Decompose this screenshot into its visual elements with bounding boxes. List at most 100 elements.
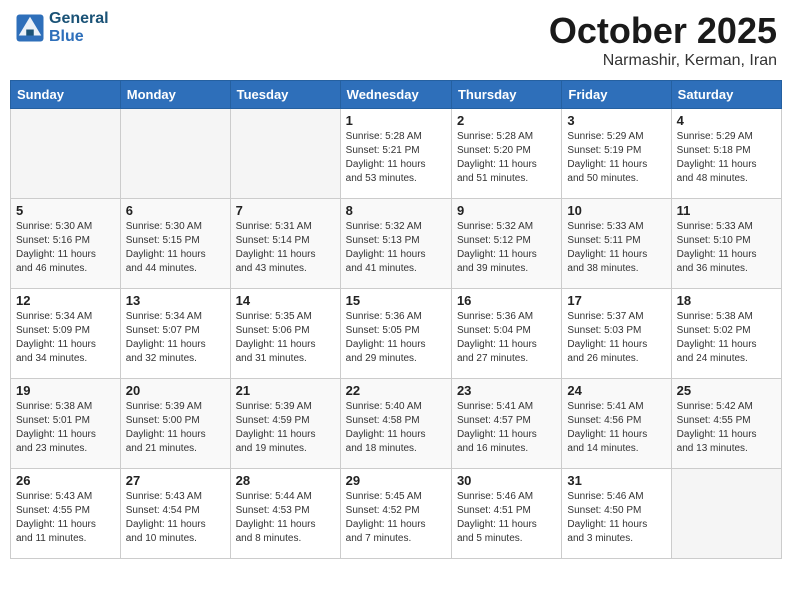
day-info: Sunrise: 5:41 AM Sunset: 4:57 PM Dayligh… [457,400,556,456]
day-info: Sunrise: 5:38 AM Sunset: 5:02 PM Dayligh… [677,310,776,366]
day-info: Sunrise: 5:36 AM Sunset: 5:04 PM Dayligh… [457,310,556,366]
calendar-cell: 6 Sunrise: 5:30 AM Sunset: 5:15 PM Daylig… [120,199,230,289]
calendar-cell: 3Sunrise: 5:29 AM Sunset: 5:19 PM Daylig… [562,109,671,199]
page: General Blue October 2025 Narmashir, Ker… [0,0,792,569]
day-info: Sunrise: 5:46 AM Sunset: 4:50 PM Dayligh… [567,490,665,546]
day-info: Sunrise: 5:43 AM Sunset: 4:54 PM Dayligh… [126,490,225,546]
calendar-cell [230,109,340,199]
day-number: 22 [346,383,446,398]
day-info: Sunrise: 5:44 AM Sunset: 4:53 PM Dayligh… [236,490,335,546]
day-info: Sunrise: 5:40 AM Sunset: 4:58 PM Dayligh… [346,400,446,456]
calendar-cell: 7Sunrise: 5:31 AM Sunset: 5:14 PM Daylig… [230,199,340,289]
calendar-week-row: 12 Sunrise: 5:34 AM Sunset: 5:09 PM Dayli… [11,289,782,379]
day-number: 4 [677,113,776,128]
calendar-cell: 23 Sunrise: 5:41 AM Sunset: 4:57 PM Dayli… [451,379,561,469]
calendar-cell [120,109,230,199]
calendar-cell: 17Sunrise: 5:37 AM Sunset: 5:03 PM Dayli… [562,289,671,379]
day-info: Sunrise: 5:36 AM Sunset: 5:05 PM Dayligh… [346,310,446,366]
day-info: Sunrise: 5:33 AM Sunset: 5:10 PM Dayligh… [677,220,776,276]
day-number: 31 [567,473,665,488]
day-info: Sunrise: 5:46 AM Sunset: 4:51 PM Dayligh… [457,490,556,546]
day-number: 23 [457,383,556,398]
day-number: 6 [126,203,225,218]
logo-icon [15,13,45,43]
calendar-cell: 10Sunrise: 5:33 AM Sunset: 5:11 PM Dayli… [562,199,671,289]
day-number: 3 [567,113,665,128]
calendar-cell: 4 Sunrise: 5:29 AM Sunset: 5:18 PM Daylig… [671,109,781,199]
day-number: 12 [16,293,115,308]
calendar-cell: 31 Sunrise: 5:46 AM Sunset: 4:50 PM Dayli… [562,469,671,559]
day-info: Sunrise: 5:34 AM Sunset: 5:07 PM Dayligh… [126,310,225,366]
day-info: Sunrise: 5:28 AM Sunset: 5:21 PM Dayligh… [346,130,446,186]
calendar-cell: 5 Sunrise: 5:30 AM Sunset: 5:16 PM Daylig… [11,199,121,289]
calendar-cell: 24 Sunrise: 5:41 AM Sunset: 4:56 PM Dayli… [562,379,671,469]
calendar-cell: 18 Sunrise: 5:38 AM Sunset: 5:02 PM Dayli… [671,289,781,379]
day-number: 11 [677,203,776,218]
day-info: Sunrise: 5:41 AM Sunset: 4:56 PM Dayligh… [567,400,665,456]
calendar-cell: 25Sunrise: 5:42 AM Sunset: 4:55 PM Dayli… [671,379,781,469]
day-number: 26 [16,473,115,488]
day-number: 14 [236,293,335,308]
calendar-cell: 1 Sunrise: 5:28 AM Sunset: 5:21 PM Daylig… [340,109,451,199]
weekday-header: Wednesday [340,81,451,109]
weekday-header: Tuesday [230,81,340,109]
calendar-cell: 20Sunrise: 5:39 AM Sunset: 5:00 PM Dayli… [120,379,230,469]
day-info: Sunrise: 5:32 AM Sunset: 5:13 PM Dayligh… [346,220,446,276]
day-info: Sunrise: 5:28 AM Sunset: 5:20 PM Dayligh… [457,130,556,186]
weekday-header: Thursday [451,81,561,109]
day-number: 18 [677,293,776,308]
weekday-header: Saturday [671,81,781,109]
calendar-cell [671,469,781,559]
day-number: 28 [236,473,335,488]
day-info: Sunrise: 5:43 AM Sunset: 4:55 PM Dayligh… [16,490,115,546]
calendar-cell: 11 Sunrise: 5:33 AM Sunset: 5:10 PM Dayli… [671,199,781,289]
day-number: 29 [346,473,446,488]
day-number: 1 [346,113,446,128]
calendar-cell: 19 Sunrise: 5:38 AM Sunset: 5:01 PM Dayli… [11,379,121,469]
day-number: 24 [567,383,665,398]
weekday-header-row: SundayMondayTuesdayWednesdayThursdayFrid… [11,81,782,109]
logo-text: General Blue [49,10,109,45]
header: General Blue October 2025 Narmashir, Ker… [10,10,782,70]
day-info: Sunrise: 5:39 AM Sunset: 4:59 PM Dayligh… [236,400,335,456]
calendar-week-row: 26 Sunrise: 5:43 AM Sunset: 4:55 PM Dayli… [11,469,782,559]
calendar-week-row: 19 Sunrise: 5:38 AM Sunset: 5:01 PM Dayli… [11,379,782,469]
calendar-cell: 13 Sunrise: 5:34 AM Sunset: 5:07 PM Dayli… [120,289,230,379]
location-subtitle: Narmashir, Kerman, Iran [549,52,777,70]
logo: General Blue [15,10,109,45]
day-number: 2 [457,113,556,128]
calendar-cell: 9Sunrise: 5:32 AM Sunset: 5:12 PM Daylig… [451,199,561,289]
weekday-header: Friday [562,81,671,109]
calendar-cell: 8 Sunrise: 5:32 AM Sunset: 5:13 PM Daylig… [340,199,451,289]
calendar-cell: 2 Sunrise: 5:28 AM Sunset: 5:20 PM Daylig… [451,109,561,199]
calendar-cell: 28 Sunrise: 5:44 AM Sunset: 4:53 PM Dayli… [230,469,340,559]
day-info: Sunrise: 5:31 AM Sunset: 5:14 PM Dayligh… [236,220,335,276]
weekday-header: Monday [120,81,230,109]
day-info: Sunrise: 5:38 AM Sunset: 5:01 PM Dayligh… [16,400,115,456]
title-area: October 2025 Narmashir, Kerman, Iran [549,10,777,70]
day-info: Sunrise: 5:30 AM Sunset: 5:15 PM Dayligh… [126,220,225,276]
calendar-cell: 26 Sunrise: 5:43 AM Sunset: 4:55 PM Dayli… [11,469,121,559]
day-info: Sunrise: 5:37 AM Sunset: 5:03 PM Dayligh… [567,310,665,366]
day-number: 5 [16,203,115,218]
day-number: 15 [346,293,446,308]
day-number: 20 [126,383,225,398]
calendar-cell: 16 Sunrise: 5:36 AM Sunset: 5:04 PM Dayli… [451,289,561,379]
calendar-cell: 21Sunrise: 5:39 AM Sunset: 4:59 PM Dayli… [230,379,340,469]
day-info: Sunrise: 5:30 AM Sunset: 5:16 PM Dayligh… [16,220,115,276]
day-number: 16 [457,293,556,308]
day-info: Sunrise: 5:42 AM Sunset: 4:55 PM Dayligh… [677,400,776,456]
calendar-cell [11,109,121,199]
day-number: 19 [16,383,115,398]
calendar-cell: 22 Sunrise: 5:40 AM Sunset: 4:58 PM Dayli… [340,379,451,469]
calendar-week-row: 5 Sunrise: 5:30 AM Sunset: 5:16 PM Daylig… [11,199,782,289]
day-info: Sunrise: 5:29 AM Sunset: 5:18 PM Dayligh… [677,130,776,186]
day-number: 13 [126,293,225,308]
calendar-week-row: 1 Sunrise: 5:28 AM Sunset: 5:21 PM Daylig… [11,109,782,199]
day-info: Sunrise: 5:45 AM Sunset: 4:52 PM Dayligh… [346,490,446,546]
day-number: 8 [346,203,446,218]
day-info: Sunrise: 5:34 AM Sunset: 5:09 PM Dayligh… [16,310,115,366]
day-number: 27 [126,473,225,488]
calendar-cell: 15 Sunrise: 5:36 AM Sunset: 5:05 PM Dayli… [340,289,451,379]
calendar-cell: 12 Sunrise: 5:34 AM Sunset: 5:09 PM Dayli… [11,289,121,379]
